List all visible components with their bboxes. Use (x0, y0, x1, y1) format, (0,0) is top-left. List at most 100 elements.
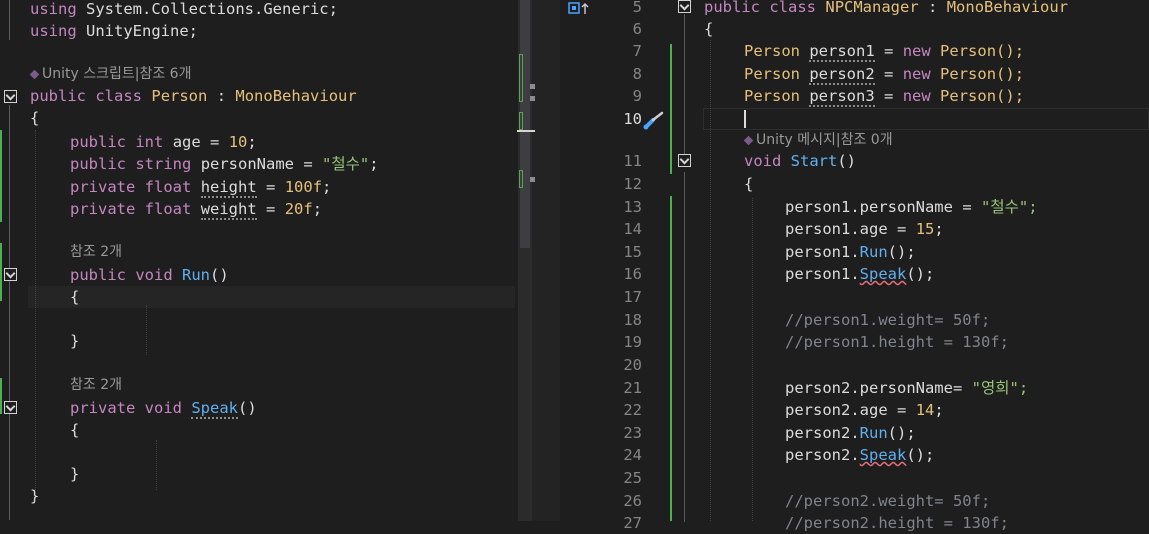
code-line[interactable]: } (70, 330, 79, 352)
token: person1 (809, 42, 875, 62)
code-line[interactable]: person1.Speak(); (785, 263, 934, 285)
code-line[interactable]: } (30, 485, 39, 507)
codelens[interactable]: Unity 메시지|참조 0개 (743, 130, 893, 150)
token: height (200, 178, 257, 198)
code-line[interactable]: //person1.height = 130f; (785, 331, 1009, 353)
line-number: 20 (623, 356, 642, 374)
code-line[interactable]: { (744, 173, 753, 195)
token: void (144, 399, 182, 417)
code-line[interactable]: Person person3 = new Person(); (744, 85, 1024, 107)
code-line[interactable]: } (70, 463, 79, 485)
token: private (70, 399, 136, 417)
line-number: 22 (623, 401, 642, 419)
token: void (135, 266, 173, 284)
token: Speak (859, 446, 907, 464)
code-line[interactable]: private float weight = 20f; (70, 198, 322, 220)
code-line[interactable]: //person1.weight= 50f; (785, 309, 990, 331)
code-line[interactable]: public class NPCManager : MonoBehaviour (704, 0, 1068, 18)
codelens[interactable]: 참조 2개 (70, 375, 122, 395)
token: private (70, 178, 136, 196)
token: Run (859, 243, 888, 261)
fold-toggle[interactable] (678, 154, 691, 167)
code-line[interactable]: person2.Speak(); (785, 444, 934, 466)
fold-toggle[interactable] (4, 401, 17, 414)
token: = (266, 178, 276, 196)
change-indicator (670, 196, 672, 521)
code-line[interactable]: Person person2 = new Person(); (744, 63, 1024, 85)
token: = (884, 65, 894, 83)
codelens[interactable]: 참조 2개 (70, 242, 122, 262)
line-number: 25 (623, 469, 642, 487)
fold-toggle[interactable] (4, 268, 17, 281)
indent-guide (710, 40, 711, 521)
token: ; (369, 155, 379, 173)
token: : (216, 87, 227, 105)
indent-guide (752, 198, 753, 521)
fold-toggle[interactable] (4, 90, 17, 103)
code-line[interactable]: void Start() (744, 150, 856, 172)
scrollbar-position-indicator (517, 130, 535, 132)
current-line-highlight (28, 286, 515, 308)
code-line[interactable]: person1.age = 15; (785, 218, 944, 240)
token: personName (200, 155, 295, 173)
code-line[interactable]: { (704, 18, 713, 40)
token: 15 (915, 220, 935, 238)
fold-region-line (9, 0, 10, 40)
paintbrush-icon[interactable] (642, 110, 666, 130)
code-line[interactable]: private float height = 100f; (70, 176, 331, 198)
code-line[interactable]: person2.personName= "영희"; (785, 377, 1028, 399)
token: new (902, 42, 931, 60)
fold-toggle[interactable] (678, 0, 691, 13)
token: 10 (228, 133, 248, 151)
token: ; (934, 220, 944, 238)
codelens[interactable]: Unity 스크립트|참조 6개 (29, 64, 191, 84)
token: person1.age (785, 220, 888, 238)
token: public (70, 266, 126, 284)
token: //person2.height = 130f; (785, 514, 1009, 532)
code-line[interactable]: { (70, 286, 79, 308)
scrollbar-change-marker (519, 170, 523, 188)
line-number: 12 (623, 175, 642, 193)
token: (); (906, 265, 935, 283)
token: person2.personName= (785, 379, 963, 397)
token: person3 (809, 87, 875, 107)
token: string (135, 155, 192, 173)
line-number: 11 (623, 152, 642, 170)
text-cursor (744, 110, 746, 128)
bookmark-up-icon[interactable] (568, 2, 590, 16)
left-code-editor[interactable]: using System.Collections.Generic; using … (0, 0, 518, 521)
codelens-text: 참조 2개 (70, 377, 122, 393)
code-line[interactable]: private void Speak() (70, 397, 257, 419)
token: Person(); (940, 87, 1025, 105)
code-line[interactable]: { (30, 107, 39, 129)
code-line[interactable]: public int age = 10; (70, 131, 257, 153)
token: person2. (785, 446, 860, 464)
unity-icon (29, 69, 40, 79)
token: ; (322, 178, 332, 196)
code-line[interactable]: Person person1 = new Person(); (744, 40, 1024, 62)
code-line[interactable]: { (70, 419, 79, 441)
token: UnityEngine (86, 22, 189, 40)
token: { (70, 288, 80, 306)
token: { (30, 109, 40, 127)
token: person1.personName (785, 198, 953, 216)
code-line[interactable]: //person2.height = 130f; (785, 512, 1009, 534)
code-line[interactable]: public string personName = "철수"; (70, 153, 379, 175)
scrollbar-marker (530, 84, 535, 89)
code-line[interactable]: person1.personName = "철수"; (785, 196, 1038, 218)
token: (); (887, 243, 916, 261)
token: = (897, 401, 907, 419)
code-line[interactable]: using UnityEngine; (30, 20, 198, 42)
line-number: 13 (623, 198, 642, 216)
code-line[interactable]: person2.Run(); (785, 422, 916, 444)
line-number: 6 (632, 20, 642, 38)
line-number: 18 (623, 311, 642, 329)
code-line[interactable]: person2.age = 14; (785, 399, 944, 421)
code-line[interactable]: //person2.weight= 50f; (785, 490, 990, 512)
change-indicator (0, 243, 2, 301)
code-line[interactable]: using System.Collections.Generic; (30, 0, 338, 20)
token: Start (790, 152, 838, 170)
code-line[interactable]: person1.Run(); (785, 241, 916, 263)
code-line[interactable]: public class Person : MonoBehaviour (30, 85, 357, 107)
code-line[interactable]: public void Run() (70, 264, 229, 286)
